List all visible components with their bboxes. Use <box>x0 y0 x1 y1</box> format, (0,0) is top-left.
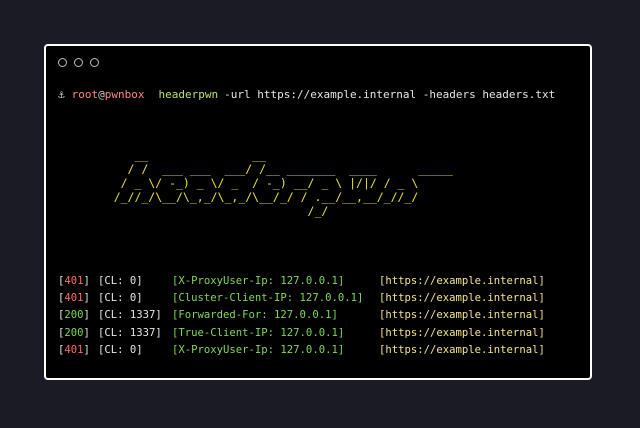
banner-line: / / ___ ___ ___/ /__ _______ ____ _____ <box>86 162 453 176</box>
status-value: 200 <box>64 326 84 339</box>
window-control-maximize-icon[interactable] <box>90 58 99 67</box>
status-value: 200 <box>64 309 84 322</box>
window-controls <box>58 58 99 67</box>
window-control-close-icon[interactable] <box>58 58 67 67</box>
target-url: [https://example.internal] <box>379 309 545 322</box>
header-value: [True-Client-IP: 127.0.0.1] <box>172 326 345 339</box>
command-name: headerpwn <box>158 88 219 101</box>
header-value: [X-ProxyUser-Ip: 127.0.0.1] <box>172 343 345 356</box>
status-code: [200] <box>58 326 90 339</box>
content-length: [CL: 1337] <box>98 326 162 339</box>
status-value: 401 <box>64 292 84 305</box>
content-length: [CL: 0] <box>98 275 143 287</box>
command-args: -url https://example.internal -headers h… <box>224 88 556 101</box>
header-value: [Forwarded-For: 127.0.0.1] <box>172 309 338 322</box>
status-code: [401] <box>58 343 90 356</box>
target-url: [https://example.internal] <box>379 275 545 287</box>
prompt-at: @ <box>98 88 105 101</box>
banner-line: / _ \/ -_) _ \/ _ / -_) __/ _ \ |/|/ / _… <box>86 176 419 190</box>
window-control-minimize-icon[interactable] <box>74 58 83 67</box>
status-value: 401 <box>64 343 84 356</box>
target-url: [https://example.internal] <box>379 292 545 305</box>
anchor-icon: ⚓ <box>58 88 65 101</box>
content-length: [CL: 0] <box>98 292 143 305</box>
command-prompt: ⚓ root@pwnbox headerpwn -url https://exampl… <box>58 88 555 101</box>
content-length: [CL: 0] <box>98 343 143 356</box>
banner-line: __ __ <box>86 148 267 162</box>
terminal-window: ⚓ root@pwnbox headerpwn -url https://exampl… <box>44 44 592 380</box>
status-code: [401] <box>58 292 90 305</box>
prompt-host: pwnbox <box>104 88 145 101</box>
status-value: 401 <box>64 275 84 287</box>
banner-line: /_/ <box>86 204 329 218</box>
status-code: [401] <box>58 275 90 287</box>
ascii-banner: __ __ / / ___ ___ ___/ /__ _______ ____ … <box>86 148 453 218</box>
banner-line: /_//_/\__/\_,_/\_,_/\__/_/ / .__/__,__/_… <box>86 190 419 204</box>
content-length: [CL: 1337] <box>98 309 162 322</box>
header-value: [X-ProxyUser-Ip: 127.0.0.1] <box>172 275 345 287</box>
header-value: [Cluster-Client-IP: 127.0.0.1] <box>172 292 364 305</box>
prompt-user: root <box>71 88 99 101</box>
target-url: [https://example.internal] <box>379 326 545 339</box>
status-code: [200] <box>58 309 90 322</box>
target-url: [https://example.internal] <box>379 343 545 356</box>
